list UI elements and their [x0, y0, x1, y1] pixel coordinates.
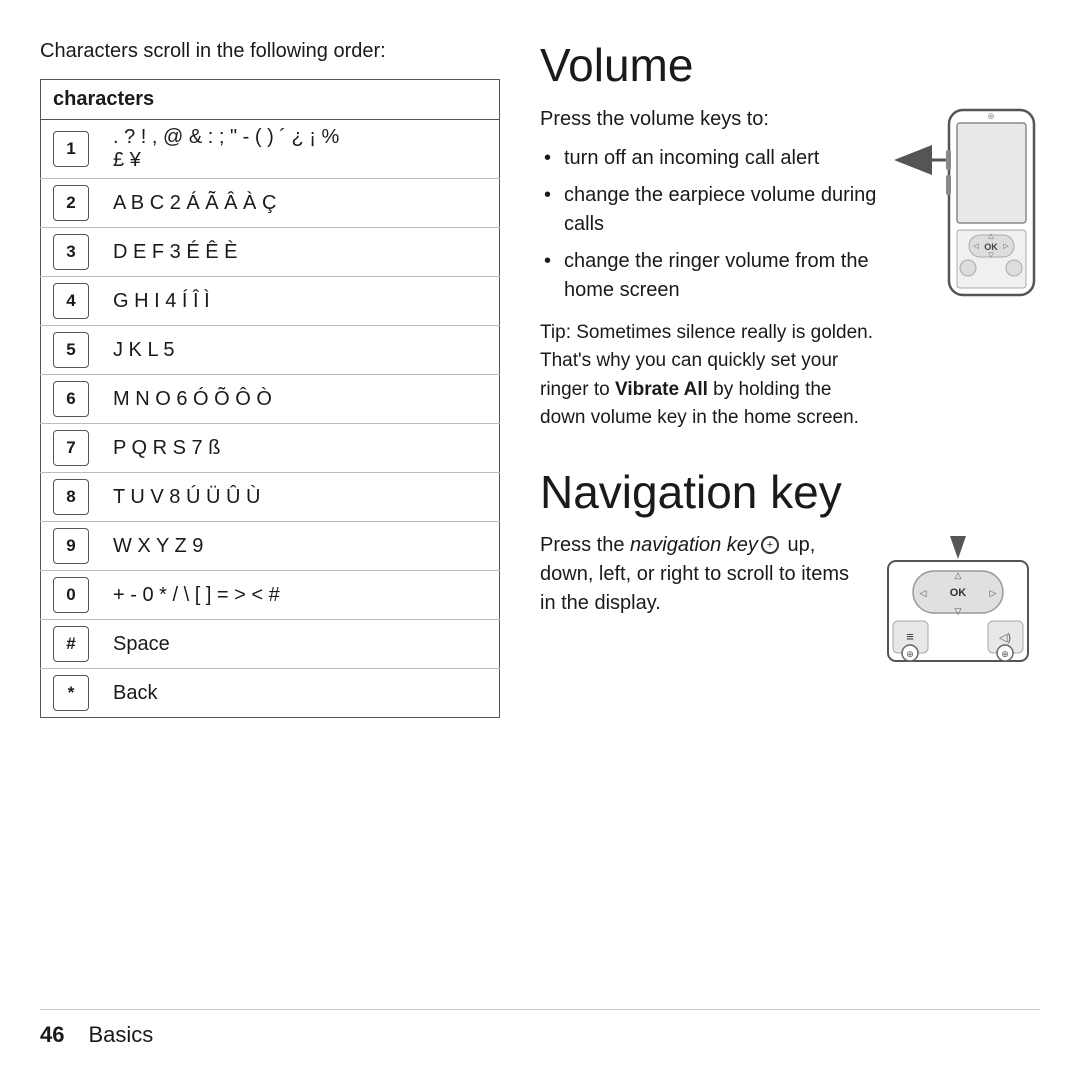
key-cell: 4 [41, 277, 102, 326]
svg-text:≡: ≡ [906, 629, 914, 644]
character-table: characters 1 . ? ! , @ & : ; " - ( ) ´ ¿ … [40, 79, 500, 718]
right-column: Volume Press the volume keys to: turn of… [530, 40, 1040, 1040]
nav-key-icon: + [761, 536, 779, 554]
volume-bullets: turn off an incoming call alert change th… [540, 144, 882, 305]
key-cell: 2 [41, 179, 102, 228]
table-row: 2 A B C 2 Á Ã Â À Ç [41, 179, 500, 228]
volume-text: Press the volume keys to: turn off an in… [540, 105, 882, 457]
chars-cell: J K L 5 [101, 326, 500, 375]
svg-text:▽: ▽ [988, 252, 994, 259]
key-box: 3 [53, 234, 89, 270]
svg-text:⊕: ⊕ [906, 649, 914, 659]
phone-image-nav: OK ◁ ▷ △ ▽ ≡ ◁) ⊕ [875, 531, 1040, 671]
key-cell: 1 [41, 120, 102, 179]
key-cell: 6 [41, 375, 102, 424]
bullet-item: change the ringer volume from the home s… [540, 247, 882, 305]
nav-italic-text: navigation key [630, 534, 758, 556]
key-box: 6 [53, 381, 89, 417]
table-row: 5 J K L 5 [41, 326, 500, 375]
table-row: 3 D E F 3 É Ê È [41, 228, 500, 277]
chars-cell: G H I 4 Í Î Ì [101, 277, 500, 326]
svg-text:◁: ◁ [919, 588, 926, 598]
svg-text:OK: OK [984, 242, 998, 252]
table-header: characters [41, 80, 500, 120]
key-cell: 0 [41, 571, 102, 620]
svg-text:◁): ◁) [998, 632, 1010, 644]
key-box: 5 [53, 332, 89, 368]
table-row: # Space [41, 620, 500, 669]
nav-text: Press the navigation key+ up, down, left… [540, 531, 865, 628]
table-row: 8 T U V 8 Ú Ü Û Ù [41, 473, 500, 522]
footer-page-number: 46 [40, 1022, 64, 1048]
table-row: 9 W X Y Z 9 [41, 522, 500, 571]
svg-text:△: △ [954, 570, 961, 580]
key-box: 4 [53, 283, 89, 319]
key-box: # [53, 626, 89, 662]
key-box: 1 [53, 131, 89, 167]
volume-phone-svg: ⊕ OK ◁ ▷ △ ▽ [894, 105, 1039, 305]
key-cell: 5 [41, 326, 102, 375]
nav-intro: Press the navigation key+ up, down, left… [540, 531, 865, 618]
svg-text:OK: OK [949, 587, 966, 599]
chars-cell: A B C 2 Á Ã Â À Ç [101, 179, 500, 228]
footer: 46 Basics [40, 1009, 1040, 1048]
table-row: 1 . ? ! , @ & : ; " - ( ) ´ ¿ ¡ % £ ¥ [41, 120, 500, 179]
key-box: 8 [53, 479, 89, 515]
key-cell: 3 [41, 228, 102, 277]
key-box: 2 [53, 185, 89, 221]
key-cell: 9 [41, 522, 102, 571]
phone-image-volume: ⊕ OK ◁ ▷ △ ▽ [892, 105, 1040, 457]
table-row: * Back [41, 669, 500, 718]
svg-text:◁: ◁ [973, 243, 979, 250]
key-cell: * [41, 669, 102, 718]
svg-text:⊕: ⊕ [1001, 649, 1009, 659]
volume-title: Volume [540, 40, 1040, 91]
svg-text:△: △ [988, 233, 994, 240]
chars-cell: W X Y Z 9 [101, 522, 500, 571]
svg-text:▷: ▷ [989, 588, 996, 598]
chars-cell: Space [101, 620, 500, 669]
chars-cell: . ? ! , @ & : ; " - ( ) ´ ¿ ¡ % £ ¥ [101, 120, 500, 179]
svg-text:▽: ▽ [954, 606, 961, 616]
left-column: Characters scroll in the following order… [40, 40, 530, 1040]
nav-keypad-svg: OK ◁ ▷ △ ▽ ≡ ◁) ⊕ [878, 531, 1038, 671]
svg-text:▷: ▷ [1003, 243, 1009, 250]
table-row: 6 M N O 6 Ó Õ Ô Ò [41, 375, 500, 424]
key-cell: 8 [41, 473, 102, 522]
svg-text:⊕: ⊕ [987, 111, 995, 121]
key-cell: 7 [41, 424, 102, 473]
key-cell: # [41, 620, 102, 669]
table-row: 0 + - 0 * / \ [ ] = > < # [41, 571, 500, 620]
navigation-section: Navigation key Press the navigation key+… [540, 467, 1040, 672]
nav-inner: Press the navigation key+ up, down, left… [540, 531, 1040, 671]
chars-cell: D E F 3 É Ê È [101, 228, 500, 277]
key-box: * [53, 675, 89, 711]
key-box: 7 [53, 430, 89, 466]
footer-section-label: Basics [88, 1022, 153, 1048]
chars-cell: + - 0 * / \ [ ] = > < # [101, 571, 500, 620]
table-row: 4 G H I 4 Í Î Ì [41, 277, 500, 326]
chars-cell: T U V 8 Ú Ü Û Ù [101, 473, 500, 522]
bullet-item: turn off an incoming call alert [540, 144, 882, 173]
chars-cell: P Q R S 7 ß [101, 424, 500, 473]
volume-intro: Press the volume keys to: [540, 105, 882, 134]
table-row: 7 P Q R S 7 ß [41, 424, 500, 473]
nav-title: Navigation key [540, 467, 1040, 518]
chars-cell: Back [101, 669, 500, 718]
key-box: 0 [53, 577, 89, 613]
volume-section: Press the volume keys to: turn off an in… [540, 105, 1040, 457]
key-box: 9 [53, 528, 89, 564]
scroll-note: Characters scroll in the following order… [40, 40, 500, 63]
bullet-item: change the earpiece volume during calls [540, 181, 882, 239]
chars-cell: M N O 6 Ó Õ Ô Ò [101, 375, 500, 424]
volume-tip: Tip: Sometimes silence really is golden.… [540, 319, 882, 433]
